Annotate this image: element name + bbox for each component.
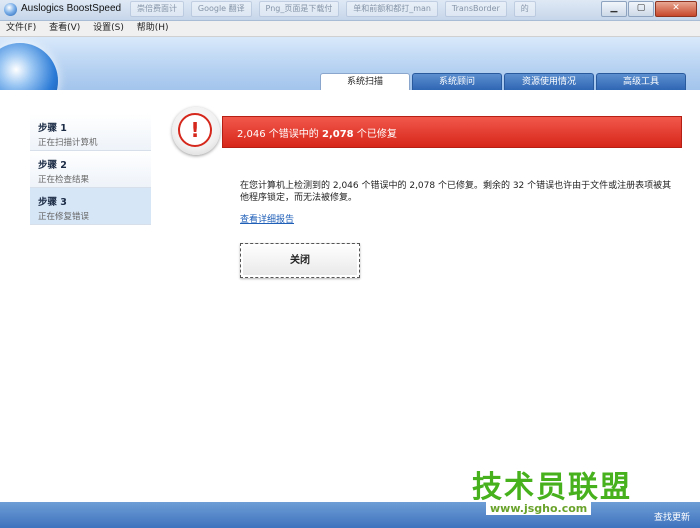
watermark-url: www.jsgho.com: [486, 502, 592, 515]
tab-system-advisor[interactable]: 系统顾问: [412, 73, 502, 90]
watermark-title: 技术员联盟: [472, 470, 632, 505]
menu-file[interactable]: 文件(F): [0, 21, 40, 36]
menu-bar: 文件(F) 查看(V) 设置(S) 帮助(H): [0, 21, 700, 37]
result-text-part: 2,046 个错误中的: [237, 129, 322, 140]
step-title: 步骤 1: [38, 123, 67, 134]
steps-panel: 步骤 1 正在扫描计算机 步骤 2 正在检查结果 步骤 3 正在修复错误: [30, 114, 151, 225]
tab-advanced-tools[interactable]: 高级工具: [596, 73, 686, 90]
result-text: 2,046 个错误中的 2,078 个已修复: [237, 125, 397, 140]
step-1: 步骤 1 正在扫描计算机: [30, 114, 151, 151]
exclamation-icon: !: [178, 113, 212, 147]
description-line: 在您计算机上检测到的 2,046 个错误中的 2,078 个已修复。剩余的 32…: [240, 181, 672, 191]
menu-help[interactable]: 帮助(H): [131, 21, 173, 36]
taskbar-tab[interactable]: 的: [513, 1, 536, 17]
window-title: Auslogics BoostSpeed: [21, 3, 122, 14]
main-tabs: 系统扫描 系统顾问 资源使用情况 高级工具: [318, 73, 686, 90]
taskbar-tabs: 崇倍费面计 Google 翻译 Png_页面是下载付 单和前额和都打_man T…: [130, 1, 590, 17]
title-bar: Auslogics BoostSpeed 崇倍费面计 Google 翻译 Png…: [0, 0, 700, 21]
app-globe-icon: [4, 3, 17, 16]
result-text-part: 个已修复: [353, 129, 397, 140]
step-3: 步骤 3 正在修复错误: [30, 188, 151, 225]
step-title: 步骤 3: [38, 197, 67, 208]
result-description: 在您计算机上检测到的 2,046 个错误中的 2,078 个已修复。剩余的 32…: [240, 180, 680, 204]
view-report-link[interactable]: 查看详细报告: [240, 212, 294, 225]
menu-view[interactable]: 查看(V): [43, 21, 84, 36]
result-banner: 2,046 个错误中的 2,078 个已修复 !: [172, 107, 682, 155]
result-fixed-count: 2,078: [322, 129, 354, 140]
taskbar-tab[interactable]: 单和前额和都打_man: [346, 1, 438, 17]
header-banner: 系统扫描 系统顾问 资源使用情况 高级工具: [0, 37, 700, 90]
menu-settings[interactable]: 设置(S): [87, 21, 128, 36]
watermark: 技术员联盟 www.jsgho.com: [468, 462, 668, 520]
taskbar-tab[interactable]: Google 翻译: [190, 1, 252, 17]
tab-system-scan[interactable]: 系统扫描: [320, 73, 410, 90]
step-subtitle: 正在检查结果: [38, 175, 90, 185]
step-subtitle: 正在修复错误: [38, 212, 90, 222]
close-window-button[interactable]: ✕: [655, 1, 697, 17]
step-2: 步骤 2 正在检查结果: [30, 151, 151, 188]
taskbar-tab[interactable]: 崇倍费面计: [130, 1, 184, 17]
alert-icon: !: [172, 107, 220, 155]
minimize-button[interactable]: ▁: [601, 1, 627, 17]
globe-logo-icon: [0, 43, 58, 90]
close-button[interactable]: 关闭: [240, 243, 360, 278]
tab-resource-usage[interactable]: 资源使用情况: [504, 73, 594, 90]
taskbar-tab[interactable]: TransBorder: [444, 1, 507, 17]
step-subtitle: 正在扫描计算机: [38, 138, 98, 148]
result-bar: 2,046 个错误中的 2,078 个已修复: [222, 116, 682, 148]
taskbar-tab[interactable]: Png_页面是下载付: [258, 1, 340, 17]
window-controls: ▁ ▢ ✕: [600, 1, 697, 17]
step-title: 步骤 2: [38, 160, 67, 171]
description-line: 他程序锁定，而无法被修复。: [240, 193, 358, 203]
maximize-button[interactable]: ▢: [628, 1, 654, 17]
